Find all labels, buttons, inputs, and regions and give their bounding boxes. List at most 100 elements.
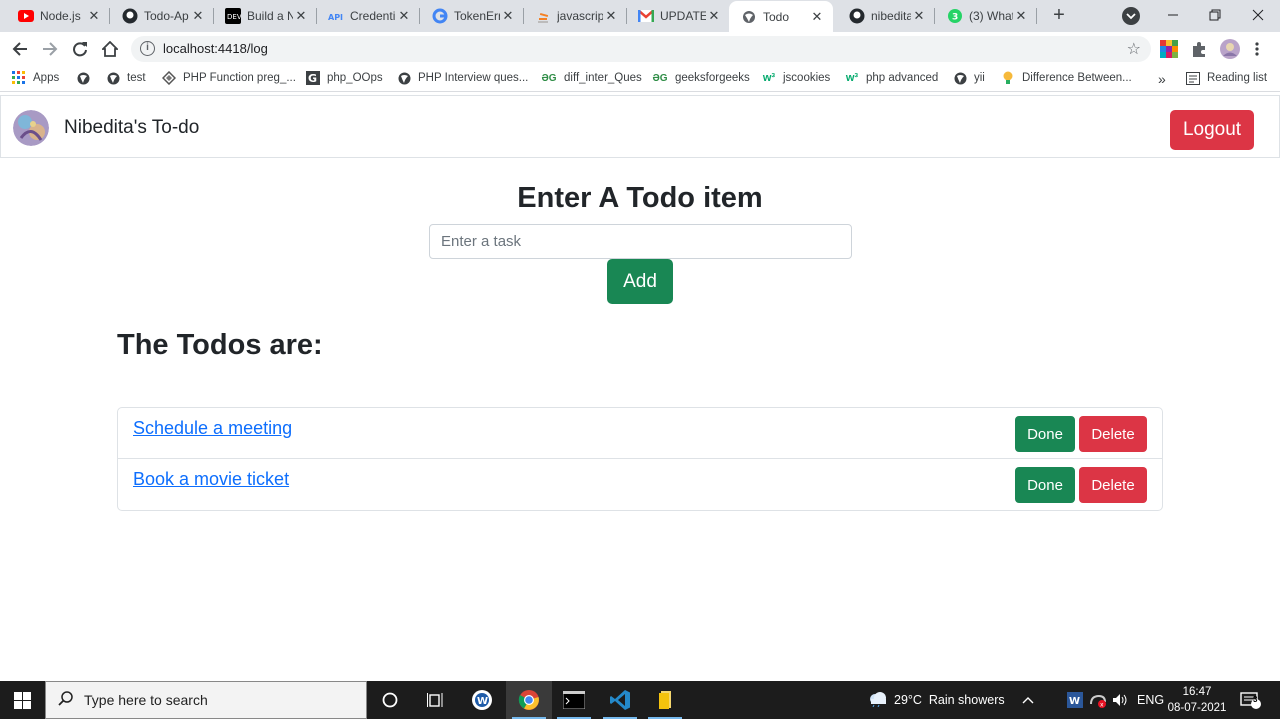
tab-title: Node.js — [40, 9, 81, 23]
task-view-icon[interactable] — [413, 681, 459, 719]
browser-tab[interactable]: TokenErr ✕ — [414, 0, 524, 32]
page-title: Enter A Todo item — [517, 182, 763, 214]
done-button[interactable]: Done — [1015, 416, 1075, 452]
browser-tab[interactable]: DEV Build a N ✕ — [207, 0, 317, 32]
chrome-icon[interactable] — [506, 681, 552, 719]
bookmarks-bar: Apps test PHP Function preg_... Gphp_OOp… — [0, 66, 1280, 92]
url-text: localhost:4418/log — [163, 41, 268, 56]
info-icon[interactable]: i — [140, 41, 155, 56]
done-button[interactable]: Done — [1015, 467, 1075, 503]
address-bar[interactable]: i localhost:4418/log ☆ — [131, 36, 1151, 62]
add-button[interactable]: Add — [607, 259, 673, 304]
browser-tab[interactable]: javascrip ✕ — [517, 0, 627, 32]
cloud-rain-icon — [868, 691, 888, 710]
svg-text:DEV: DEV — [227, 13, 241, 21]
volume-icon[interactable] — [1112, 681, 1130, 719]
bookmark-label: jscookies — [783, 72, 831, 84]
bookmark-apps[interactable]: Apps — [12, 71, 59, 85]
show-hidden-icons-chevron-icon[interactable] — [1022, 681, 1034, 719]
file-explorer-icon[interactable] — [642, 681, 688, 719]
browser-tab[interactable]: 3 (3) What ✕ — [929, 0, 1037, 32]
bookmark-label: php advanced — [866, 72, 939, 84]
bookmark-item[interactable]: PHP Interview ques... — [397, 71, 528, 85]
todo-item-link[interactable]: Schedule a meeting — [133, 418, 292, 439]
browser-app-icon[interactable]: W — [459, 681, 505, 719]
task-input[interactable] — [429, 224, 852, 259]
profile-avatar-icon[interactable] — [1220, 39, 1240, 59]
reading-list-button[interactable]: Reading list — [1186, 71, 1267, 85]
language-indicator[interactable]: ENG — [1137, 681, 1164, 719]
clock-date: 08-07-2021 — [1167, 702, 1227, 714]
google-icon — [432, 8, 448, 24]
system-clock[interactable]: 16:47 08-07-2021 — [1164, 684, 1230, 716]
browser-tab[interactable]: Todo-Ap ✕ — [104, 0, 214, 32]
bookmark-item[interactable]: ƏG geeksforgeeks — [652, 71, 750, 85]
bookmark-label: geeksforgeeks — [675, 72, 750, 84]
close-icon[interactable]: ✕ — [293, 8, 309, 24]
close-icon[interactable]: ✕ — [500, 8, 516, 24]
bookmark-item[interactable]: ƏG diff_inter_Ques — [541, 71, 641, 85]
windows-taskbar: Type here to search W 29°C Rain showers … — [0, 681, 1280, 719]
word-app-tray-icon[interactable]: W — [1067, 681, 1083, 719]
close-icon[interactable]: ✕ — [190, 8, 206, 24]
color-extension-icon[interactable] — [1160, 40, 1178, 58]
tab-search-icon[interactable] — [1122, 7, 1140, 25]
bookmark-item[interactable]: w³ jscookies — [762, 71, 830, 85]
new-tab-button[interactable]: + — [1047, 4, 1071, 28]
bookmark-item[interactable] — [76, 71, 97, 85]
browser-tab-strip: Node.js ✕ Todo-Ap ✕ DEV Build a N ✕ API … — [0, 0, 1280, 32]
close-icon[interactable]: ✕ — [809, 9, 825, 25]
diamond-icon — [162, 71, 176, 85]
weather-widget[interactable]: 29°C Rain showers — [868, 681, 1005, 719]
close-icon[interactable]: ✕ — [1013, 8, 1029, 24]
globe-icon — [397, 71, 411, 85]
close-icon[interactable]: ✕ — [86, 8, 102, 24]
bookmark-item[interactable]: Gphp_OOps — [306, 71, 383, 85]
browser-tab[interactable]: nibedita ✕ — [831, 0, 935, 32]
logout-button[interactable]: Logout — [1170, 110, 1254, 150]
cortana-icon[interactable] — [367, 681, 413, 719]
svg-text:G: G — [308, 72, 317, 85]
terminal-icon[interactable] — [551, 681, 597, 719]
forward-arrow-icon[interactable] — [37, 36, 63, 62]
browser-tab[interactable]: API Credenti ✕ — [310, 0, 420, 32]
network-disconnected-icon[interactable]: x — [1089, 681, 1107, 719]
back-arrow-icon[interactable] — [7, 36, 33, 62]
more-bookmarks-chevron-icon[interactable]: » — [1158, 71, 1166, 87]
gfg-icon: ƏG — [541, 72, 557, 84]
browser-tab[interactable]: UPDATE: ✕ — [620, 0, 730, 32]
tab-title: Todo — [763, 9, 790, 24]
tab-title: Todo-Ap — [144, 9, 189, 23]
bookmark-item[interactable]: yii — [953, 71, 985, 85]
todo-item-link[interactable]: Book a movie ticket — [133, 469, 289, 490]
restore-icon[interactable] — [1192, 0, 1238, 30]
delete-button[interactable]: Delete — [1079, 416, 1147, 452]
app-brand[interactable]: Nibedita's To-do — [64, 117, 199, 139]
vscode-icon[interactable] — [597, 681, 643, 719]
search-placeholder: Type here to search — [84, 692, 208, 708]
bookmark-star-icon[interactable]: ☆ — [1127, 39, 1141, 59]
browser-tab-active[interactable]: Todo ✕ — [729, 1, 833, 32]
browser-tab[interactable]: Node.js ✕ — [0, 0, 110, 32]
close-icon[interactable]: ✕ — [706, 8, 722, 24]
kebab-menu-icon[interactable] — [1254, 40, 1262, 58]
close-icon[interactable]: ✕ — [603, 8, 619, 24]
close-icon[interactable]: ✕ — [396, 8, 412, 24]
delete-button[interactable]: Delete — [1079, 467, 1147, 503]
notification-center-icon[interactable]: 3 — [1240, 681, 1262, 719]
minimize-icon[interactable] — [1150, 0, 1196, 30]
taskbar-search-box[interactable]: Type here to search — [45, 681, 367, 719]
bookmark-item[interactable]: PHP Function preg_... — [162, 71, 296, 85]
bookmark-item[interactable]: test — [106, 71, 146, 85]
home-icon[interactable] — [97, 36, 123, 62]
reload-icon[interactable] — [67, 36, 93, 62]
bookmark-label: PHP Interview ques... — [418, 72, 529, 84]
extensions-puzzle-icon[interactable] — [1190, 40, 1208, 58]
todo-item: Schedule a meeting Done Delete — [118, 408, 1162, 459]
bookmark-item[interactable]: w³ php advanced — [845, 71, 938, 85]
windows-start-icon[interactable] — [0, 681, 45, 719]
close-window-icon[interactable] — [1235, 0, 1280, 30]
bookmark-label: yii — [974, 72, 985, 84]
close-icon[interactable]: ✕ — [911, 8, 927, 24]
bookmark-item[interactable]: Difference Between... — [1001, 71, 1132, 85]
